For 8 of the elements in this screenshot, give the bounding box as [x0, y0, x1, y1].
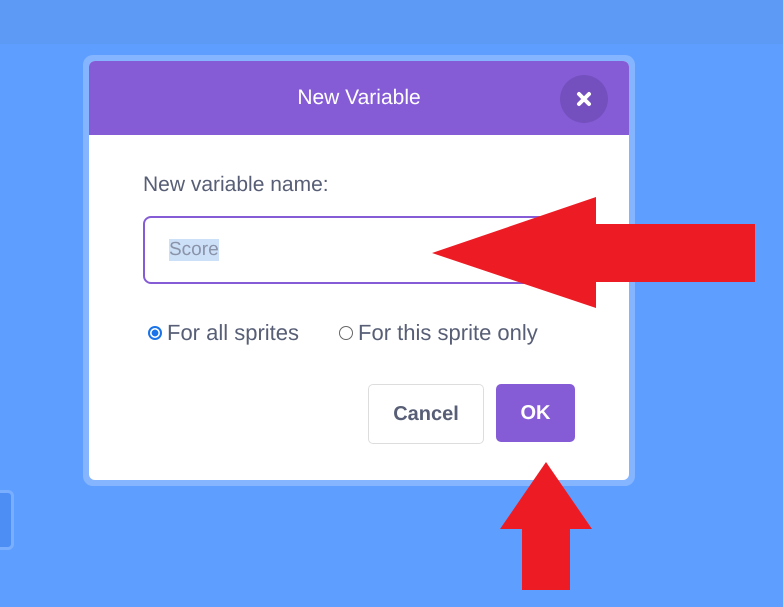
close-button[interactable]	[560, 75, 608, 123]
close-icon	[576, 91, 592, 107]
ok-button[interactable]: OK	[496, 384, 575, 442]
field-label: New variable name:	[143, 173, 330, 197]
radio-icon[interactable]	[148, 326, 162, 340]
cancel-button[interactable]: Cancel	[368, 384, 484, 444]
radio-icon[interactable]	[339, 326, 354, 340]
dialog-title: New Variable	[297, 86, 421, 110]
